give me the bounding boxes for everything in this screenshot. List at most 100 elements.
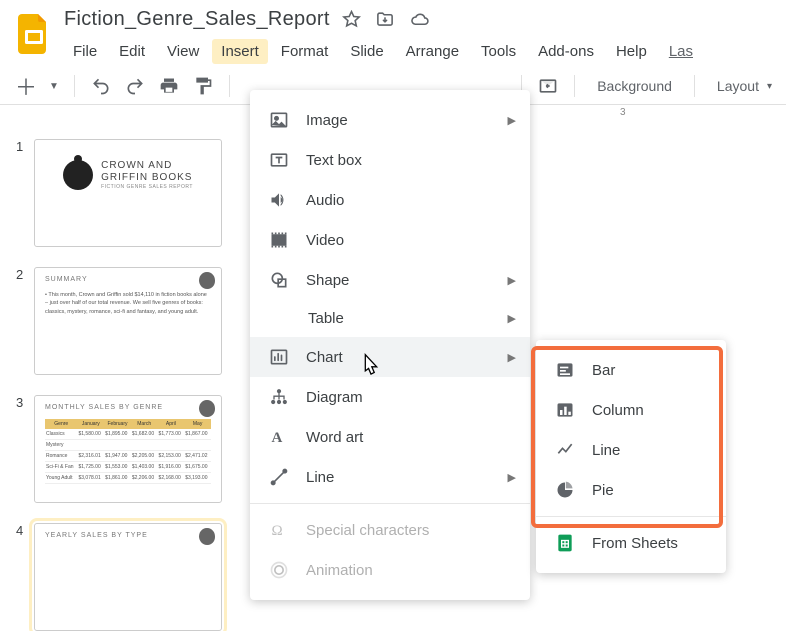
menu-item-table[interactable]: Table ▶	[250, 300, 530, 337]
line-icon	[554, 440, 576, 460]
paint-format-button[interactable]	[191, 74, 215, 98]
background-button[interactable]: Background	[589, 78, 680, 94]
submenu-item-label: Column	[592, 402, 644, 419]
sheets-icon	[554, 533, 576, 553]
slide-number: 1	[16, 139, 34, 247]
brand-line: GRIFFIN BOOKS	[101, 172, 193, 184]
image-icon	[268, 110, 290, 130]
menu-item-label: Diagram	[306, 389, 363, 406]
submenu-arrow-icon: ▶	[508, 274, 516, 287]
menu-bar: FileEditViewInsertFormatSlideArrangeTool…	[64, 39, 772, 64]
menu-help[interactable]: Help	[607, 39, 656, 64]
menu-item-label: Video	[306, 232, 344, 249]
menu-item-video[interactable]: Video	[250, 220, 530, 260]
omega-icon: Ω	[268, 520, 290, 540]
menu-add-ons[interactable]: Add-ons	[529, 39, 603, 64]
chart-option-column[interactable]: Column	[536, 390, 726, 430]
menu-item-label: Shape	[306, 272, 349, 289]
diagram-icon	[268, 387, 290, 407]
menu-tools[interactable]: Tools	[472, 39, 525, 64]
submenu-arrow-icon: ▶	[508, 471, 516, 484]
slide-thumb-1[interactable]: 1 CROWN AND GRIFFIN BOOKS FICTION GENRE …	[16, 139, 254, 247]
wordart-icon: A	[268, 427, 290, 447]
chart-submenu: Bar Column Line Pie From Sheets	[536, 340, 726, 573]
menu-item-shape[interactable]: Shape ▶	[250, 260, 530, 300]
layout-button[interactable]: Layout▾	[709, 78, 772, 94]
slide-number: 4	[16, 523, 34, 631]
submenu-item-label: Line	[592, 442, 620, 459]
menu-item-label: Word art	[306, 429, 363, 446]
submenu-item-label: Pie	[592, 482, 614, 499]
line-icon	[268, 467, 290, 487]
submenu-item-label: Bar	[592, 362, 615, 379]
thumb-heading: MONTHLY SALES BY GENRE	[45, 404, 211, 411]
brand-line: CROWN AND	[101, 160, 193, 172]
bar-icon	[554, 360, 576, 380]
slide-thumb-3[interactable]: 3 MONTHLY SALES BY GENRE GenreJanuaryFeb…	[16, 395, 254, 503]
submenu-arrow-icon: ▶	[508, 312, 516, 325]
menu-item-label: Table	[308, 310, 344, 327]
transition-button[interactable]	[536, 74, 560, 98]
menu-edit[interactable]: Edit	[110, 39, 154, 64]
menu-item-chart[interactable]: Chart▶	[250, 337, 530, 377]
new-slide-button[interactable]: ＋	[14, 74, 38, 98]
chart-option-line[interactable]: Line	[536, 430, 726, 470]
menu-item-audio[interactable]: Audio	[250, 180, 530, 220]
chart-option-bar[interactable]: Bar	[536, 350, 726, 390]
submenu-item-label: From Sheets	[592, 535, 678, 552]
menu-format[interactable]: Format	[272, 39, 338, 64]
menu-item-label: Special characters	[306, 522, 429, 539]
menu-slide[interactable]: Slide	[341, 39, 392, 64]
undo-button[interactable]	[89, 74, 113, 98]
slide-thumb-2[interactable]: 2 SUMMARY • This month, Crown and Griffi…	[16, 267, 254, 375]
menu-item-diagram[interactable]: Diagram	[250, 377, 530, 417]
print-button[interactable]	[157, 74, 181, 98]
menu-arrange[interactable]: Arrange	[397, 39, 468, 64]
thumb-table: GenreJanuaryFebruaryMarchAprilMayClassic…	[45, 419, 211, 484]
slide-thumbnails-panel: 1 CROWN AND GRIFFIN BOOKS FICTION GENRE …	[0, 133, 260, 613]
menu-item-label: Image	[306, 112, 348, 129]
document-title[interactable]: Fiction_Genre_Sales_Report	[64, 8, 330, 31]
slides-logo[interactable]	[14, 8, 54, 60]
brand-sub: FICTION GENRE SALES REPORT	[101, 184, 193, 190]
menu-item-image[interactable]: Image ▶	[250, 100, 530, 140]
insert-menu: Image▶Text boxAudioVideoShape▶Table▶Char…	[250, 90, 530, 600]
pie-icon	[554, 480, 576, 500]
menu-item-label: Text box	[306, 152, 362, 169]
menu-item-animation: Animation	[250, 550, 530, 590]
slide-number: 3	[16, 395, 34, 503]
audio-icon	[268, 190, 290, 210]
thumb-heading: YEARLY SALES BY TYPE	[45, 532, 211, 539]
anim-icon	[268, 560, 290, 580]
slide-number: 2	[16, 267, 34, 375]
thumb-text: • This month, Crown and Griffin sold $14…	[45, 291, 211, 316]
star-icon[interactable]	[342, 10, 361, 29]
slide-thumb-4[interactable]: 4 YEARLY SALES BY TYPE	[16, 523, 254, 631]
submenu-arrow-icon: ▶	[508, 114, 516, 127]
cloud-status-icon[interactable]	[409, 10, 431, 29]
new-slide-dropdown[interactable]: ▼	[48, 74, 60, 98]
redo-button[interactable]	[123, 74, 147, 98]
menu-item-text-box[interactable]: Text box	[250, 140, 530, 180]
video-icon	[268, 230, 290, 250]
svg-text:A: A	[272, 430, 283, 446]
menu-item-special-characters: Ω Special characters	[250, 510, 530, 550]
header-bar: Fiction_Genre_Sales_Report FileEditViewI…	[0, 0, 786, 64]
menu-item-label: Animation	[306, 562, 373, 579]
menu-insert[interactable]: Insert	[212, 39, 268, 64]
textbox-icon	[268, 150, 290, 170]
chart-icon	[268, 347, 290, 367]
menu-file[interactable]: File	[64, 39, 106, 64]
submenu-arrow-icon: ▶	[508, 351, 516, 364]
move-folder-icon[interactable]	[375, 10, 395, 29]
menu-view[interactable]: View	[158, 39, 208, 64]
chart-option-pie[interactable]: Pie	[536, 470, 726, 510]
menu-item-word-art[interactable]: A Word art	[250, 417, 530, 457]
menu-las[interactable]: Las	[660, 39, 702, 64]
column-icon	[554, 400, 576, 420]
chart-option-from-sheets[interactable]: From Sheets	[536, 523, 726, 563]
menu-item-label: Line	[306, 469, 334, 486]
menu-item-line[interactable]: Line ▶	[250, 457, 530, 497]
shape-icon	[268, 270, 290, 290]
svg-text:Ω: Ω	[272, 523, 283, 539]
